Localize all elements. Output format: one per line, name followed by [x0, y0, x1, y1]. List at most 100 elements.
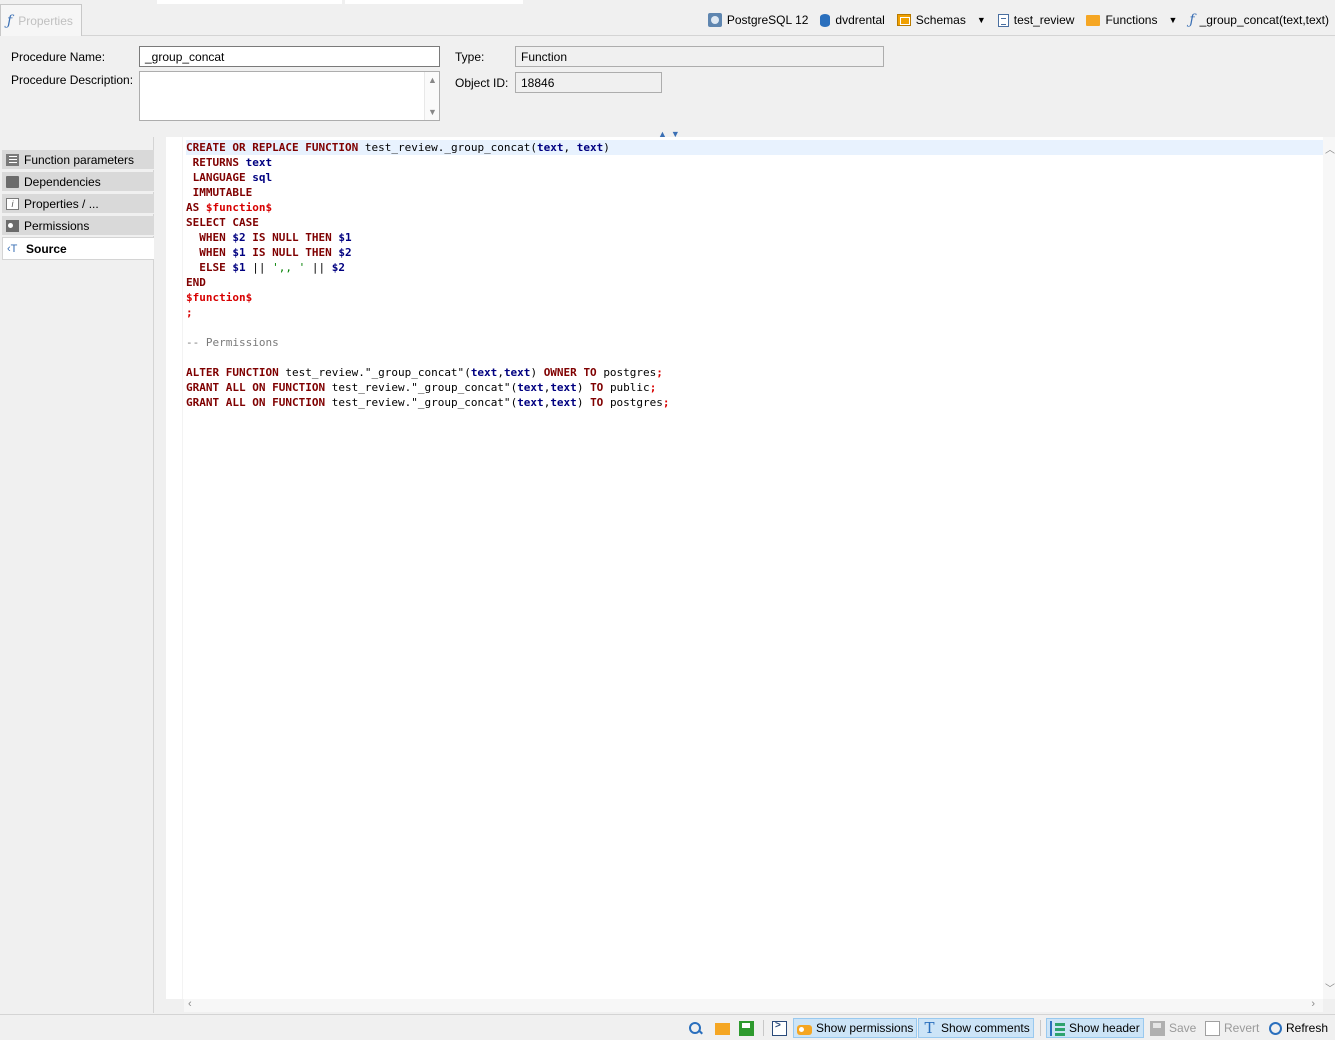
database-icon: [820, 13, 831, 27]
breadcrumb-schema[interactable]: test_review: [997, 13, 1075, 27]
postgresql-icon: [707, 13, 722, 27]
code-line: WHEN $2 IS NULL THEN $1: [199, 231, 352, 244]
procedure-name-label: Procedure Name:: [11, 50, 106, 64]
breadcrumb-database[interactable]: dvdrental: [820, 13, 885, 27]
source-icon: ‹T: [7, 242, 18, 255]
code-line: GRANT ALL ON FUNCTION test_review."_grou…: [186, 381, 657, 394]
chevron-down-icon[interactable]: ▼: [1168, 15, 1177, 25]
scroll-up-icon[interactable]: ▲: [428, 75, 437, 85]
save-button[interactable]: Save: [1147, 1018, 1199, 1038]
editor-gutter: [166, 137, 183, 999]
breadcrumb-function-label: _group_concat(text,text): [1199, 13, 1329, 27]
key-icon: [6, 219, 19, 232]
toolbar-separator: [763, 1020, 764, 1036]
chevron-down-icon[interactable]: ▼: [977, 15, 986, 25]
open-folder-icon: [715, 1023, 730, 1035]
nav-item-function-parameters[interactable]: Function parameters: [2, 150, 154, 170]
schema-icon: [997, 13, 1009, 27]
info-icon: i: [6, 197, 19, 210]
tab-row: ƒ Properties PostgreSQL 12 dvdrental Sch…: [0, 4, 1335, 36]
code-line: END: [186, 276, 206, 289]
find-button[interactable]: [685, 1018, 706, 1038]
revert-icon: [1205, 1020, 1220, 1036]
nav-item-properties[interactable]: i Properties / ...: [2, 194, 154, 214]
refresh-icon: [1269, 1021, 1282, 1035]
nav-item-label: Dependencies: [24, 174, 101, 189]
function-icon: ƒ: [1189, 12, 1195, 28]
nav-item-label: Source: [26, 241, 67, 256]
open-script-button[interactable]: [712, 1018, 733, 1038]
vertical-scrollbar[interactable]: ︿ ﹀: [1323, 137, 1335, 999]
open-console-button[interactable]: [769, 1018, 790, 1038]
tab-properties[interactable]: ƒ Properties: [0, 4, 82, 36]
breadcrumb-server-label: PostgreSQL 12: [726, 13, 809, 27]
code-line: IMMUTABLE: [192, 186, 253, 199]
breadcrumb-schemas[interactable]: Schemas ▼: [896, 13, 986, 27]
object-id-label: Object ID:: [455, 76, 509, 90]
code-line: ​: [186, 320, 1323, 335]
source-code[interactable]: CREATE OR REPLACE FUNCTION test_review._…: [186, 140, 1323, 410]
header-icon: [1050, 1020, 1065, 1036]
scroll-down-icon[interactable]: ﹀: [1325, 980, 1335, 995]
breadcrumb: PostgreSQL 12 dvdrental Schemas ▼ test_r…: [696, 4, 1329, 36]
code-line: RETURNS text: [192, 156, 273, 169]
breadcrumb-server[interactable]: PostgreSQL 12: [707, 13, 809, 27]
scroll-right-icon[interactable]: ›: [1311, 998, 1315, 1010]
source-editor[interactable]: CREATE OR REPLACE FUNCTION test_review._…: [166, 137, 1323, 999]
nav-item-label: Permissions: [24, 218, 90, 233]
save-label: Save: [1169, 1021, 1197, 1035]
tab-properties-label: Properties: [18, 13, 73, 28]
type-label: Type:: [455, 50, 485, 64]
show-comments-toggle[interactable]: T Show comments: [918, 1018, 1034, 1038]
refresh-button[interactable]: Refresh: [1266, 1018, 1331, 1038]
bottom-toolbar: Show permissions T Show comments Show he…: [0, 1014, 1335, 1040]
show-comments-label: Show comments: [941, 1021, 1030, 1035]
scroll-up-icon[interactable]: ︿: [1325, 141, 1335, 156]
code-line: SELECT CASE: [186, 216, 259, 229]
procedure-header-form: Procedure Name: _group_concat Procedure …: [0, 37, 1335, 139]
breadcrumb-schema-label: test_review: [1013, 13, 1075, 27]
code-line: GRANT ALL ON FUNCTION test_review."_grou…: [186, 396, 670, 409]
breadcrumb-functions[interactable]: Functions ▼: [1086, 13, 1177, 27]
code-line: ​: [186, 350, 1323, 365]
breadcrumb-function[interactable]: ƒ _group_concat(text,text): [1189, 12, 1329, 28]
nav-item-dependencies[interactable]: Dependencies: [2, 172, 154, 192]
procedure-description-input[interactable]: ▲ ▼: [139, 71, 440, 121]
nav-item-permissions[interactable]: Permissions: [2, 216, 154, 236]
breadcrumb-functions-label: Functions: [1105, 13, 1158, 27]
show-permissions-toggle[interactable]: Show permissions: [793, 1018, 918, 1038]
code-line: CREATE OR REPLACE FUNCTION test_review._…: [186, 140, 1323, 155]
code-line: $function$: [186, 291, 253, 304]
console-icon: [772, 1020, 787, 1036]
nav-item-source[interactable]: ‹T Source: [2, 237, 154, 260]
code-line: AS $function$: [186, 201, 273, 214]
scroll-down-icon[interactable]: ▼: [428, 107, 437, 117]
object-id-field: 18846: [515, 72, 662, 93]
scroll-left-icon[interactable]: ‹: [188, 998, 192, 1010]
code-line: ELSE $1 || ',, ' || $2: [199, 261, 345, 274]
procedure-description-label: Procedure Description:: [11, 73, 134, 87]
code-line: ;: [186, 306, 193, 319]
code-line: LANGUAGE sql: [192, 171, 273, 184]
revert-button[interactable]: Revert: [1202, 1018, 1262, 1038]
toolbar-separator: [1040, 1020, 1041, 1036]
search-icon: [688, 1021, 703, 1036]
save-script-button[interactable]: [736, 1018, 757, 1038]
schemas-icon: [896, 14, 911, 26]
properties-editor: ƒ Properties PostgreSQL 12 dvdrental Sch…: [0, 0, 1335, 1040]
folder-icon: [6, 175, 19, 188]
procedure-name-input[interactable]: _group_concat: [139, 46, 440, 67]
save-script-icon: [739, 1020, 754, 1036]
nav-item-label: Function parameters: [24, 152, 135, 167]
code-line: WHEN $1 IS NULL THEN $2: [199, 246, 352, 259]
type-field: Function: [515, 46, 884, 67]
folder-icon: [1086, 14, 1101, 26]
horizontal-scrollbar[interactable]: ‹ ›: [184, 998, 1323, 1012]
description-scrollbar[interactable]: ▲ ▼: [424, 72, 439, 120]
show-header-toggle[interactable]: Show header: [1046, 1018, 1144, 1038]
nav-item-label: Properties / ...: [24, 196, 99, 211]
breadcrumb-database-label: dvdrental: [835, 13, 885, 27]
refresh-label: Refresh: [1286, 1021, 1329, 1035]
left-nav: Function parameters Dependencies i Prope…: [0, 137, 154, 1013]
revert-label: Revert: [1224, 1021, 1260, 1035]
